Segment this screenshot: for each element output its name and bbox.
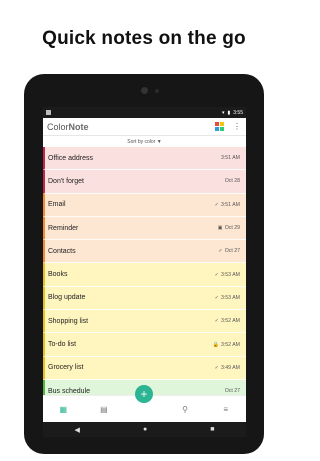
color-filter-icon[interactable] xyxy=(215,122,224,131)
note-item[interactable]: Books ✓ 3:53 AM xyxy=(43,263,246,287)
notes-list: Office address 3:51 AM Don't forget Oct 28 E… xyxy=(43,147,246,404)
home-icon[interactable]: ● xyxy=(143,426,147,433)
note-title: To-do list xyxy=(48,341,77,349)
note-time: Oct 27 xyxy=(224,248,240,255)
note-title: Office address xyxy=(48,154,94,162)
note-item[interactable]: Don't forget Oct 28 xyxy=(43,170,246,194)
note-title: Shopping list xyxy=(48,317,89,325)
note-time: 3:52 AM xyxy=(220,318,240,325)
status-bar: ▾ ▮ 3:55 xyxy=(43,107,246,118)
note-meta: ✓ 3:53 AM xyxy=(215,295,240,301)
note-meta: ✓ 3:49 AM xyxy=(215,365,240,371)
note-title: Don't forget xyxy=(48,177,84,185)
chevron-down-icon: ▼ xyxy=(156,138,162,145)
headline: Quick notes on the go xyxy=(42,28,246,49)
check-icon: ✓ xyxy=(214,294,219,301)
wifi-icon: ▾ xyxy=(221,109,225,116)
back-icon[interactable]: ◀ xyxy=(75,426,80,434)
note-time: 3:51 AM xyxy=(220,201,240,208)
note-item[interactable]: To-do list 🔒 3:52 AM xyxy=(43,333,246,357)
note-time: Oct 29 xyxy=(224,225,240,232)
add-note-button[interactable]: + xyxy=(135,385,153,403)
more-menu-icon[interactable]: ⋮ xyxy=(233,122,241,131)
note-meta: ✓ 3:53 AM xyxy=(215,272,240,278)
check-icon: ✓ xyxy=(214,271,219,278)
note-meta: Oct 28 xyxy=(225,178,240,184)
note-time: 3:53 AM xyxy=(220,294,240,301)
note-item[interactable]: Office address 3:51 AM xyxy=(43,147,246,171)
notification-icon xyxy=(46,110,51,115)
note-title: Blog update xyxy=(48,294,86,302)
check-icon: ✓ xyxy=(218,248,223,255)
calendar-icon: ▣ xyxy=(217,225,223,232)
app-screen: ▾ ▮ 3:55 ColorNote ⋮ Sort by color ▼ Off… xyxy=(43,107,246,437)
check-icon: ✓ xyxy=(214,364,219,371)
status-time: 3:55 xyxy=(233,109,243,116)
note-title: Grocery list xyxy=(48,364,84,372)
logo-part-color: Color xyxy=(47,121,69,132)
sort-label: Sort by color xyxy=(127,138,156,145)
note-meta: ✓ 3:51 AM xyxy=(215,202,240,208)
recents-icon[interactable]: ■ xyxy=(210,426,214,433)
app-logo: ColorNote xyxy=(47,122,89,132)
lock-icon: 🔒 xyxy=(212,341,219,348)
note-meta: ▣ Oct 29 xyxy=(218,225,240,231)
note-title: Contacts xyxy=(48,247,76,255)
note-title: Reminder xyxy=(48,224,79,232)
note-meta: 3:51 AM xyxy=(221,155,240,161)
note-time: 3:52 AM xyxy=(220,341,240,348)
menu-icon[interactable]: ≡ xyxy=(219,405,233,414)
note-meta: Oct 27 xyxy=(225,388,240,394)
check-icon: ✓ xyxy=(214,318,219,325)
battery-icon: ▮ xyxy=(227,109,231,116)
logo-part-note: Note xyxy=(68,121,89,132)
camera-lens xyxy=(141,87,148,94)
note-item[interactable]: Reminder ▣ Oct 29 xyxy=(43,216,246,241)
note-time: 3:51 AM xyxy=(220,155,240,162)
note-item[interactable]: Shopping list ✓ 3:52 AM xyxy=(43,310,246,334)
note-item[interactable]: Blog update ✓ 3:53 AM xyxy=(43,286,246,311)
bottom-navigation: ▦ ▤ ⚲ ≡ + xyxy=(43,385,246,422)
note-item[interactable]: Email ✓ 3:51 AM xyxy=(43,193,246,217)
note-meta: ✓ 3:52 AM xyxy=(215,318,240,324)
check-icon: ✓ xyxy=(214,201,219,208)
app-bar: ColorNote ⋮ xyxy=(43,118,246,136)
notes-tab-icon[interactable]: ▦ xyxy=(56,405,70,414)
note-time: 3:53 AM xyxy=(220,271,240,278)
camera-sensor xyxy=(155,89,159,93)
note-time: Oct 28 xyxy=(224,178,240,185)
search-icon[interactable]: ⚲ xyxy=(178,405,192,414)
calendar-tab-icon[interactable]: ▤ xyxy=(97,405,111,414)
note-meta: 🔒 3:52 AM xyxy=(212,342,240,348)
note-time: 3:49 AM xyxy=(220,364,240,371)
note-title: Books xyxy=(48,271,68,279)
system-navigation-bar: ◀ ● ■ xyxy=(43,422,246,437)
note-title: Bus schedule xyxy=(48,387,91,395)
note-item[interactable]: Contacts ✓ Oct 27 xyxy=(43,240,246,264)
note-meta: ✓ Oct 27 xyxy=(218,248,240,254)
note-title: Email xyxy=(48,201,66,209)
note-time: Oct 27 xyxy=(224,388,240,395)
note-item[interactable]: Grocery list ✓ 3:49 AM xyxy=(43,356,246,380)
